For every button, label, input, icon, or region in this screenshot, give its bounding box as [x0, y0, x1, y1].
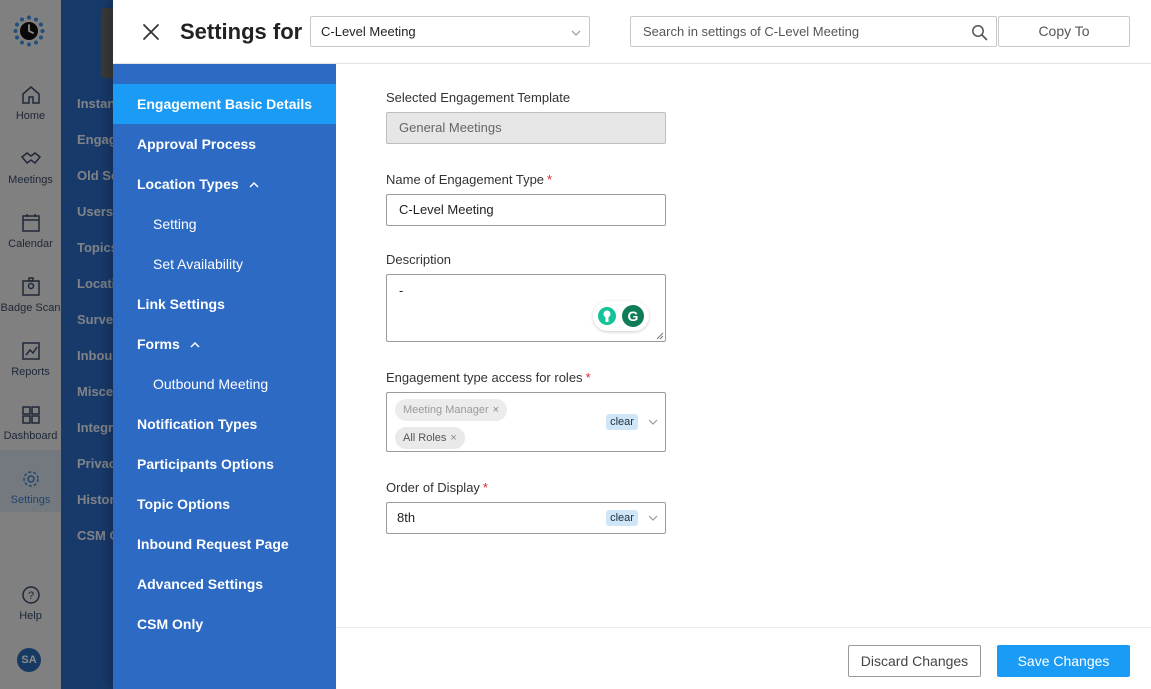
resize-handle-icon[interactable]	[656, 332, 664, 340]
modal-header: Settings for C-Level Meeting Copy To	[113, 0, 1151, 64]
chevron-down-icon[interactable]	[648, 417, 658, 427]
description-field[interactable]: - G	[386, 274, 666, 342]
settings-sidebar: Engagement Basic Details Approval Proces…	[113, 64, 336, 689]
chevron-down-icon[interactable]	[648, 513, 658, 523]
sidebar-item-label: Advanced Settings	[137, 576, 264, 592]
sidebar-item-label: Engagement Basic Details	[137, 96, 313, 112]
engagement-select-value: C-Level Meeting	[321, 24, 416, 39]
role-chip: All Roles ×	[395, 427, 465, 449]
grammarly-widget[interactable]: G	[593, 301, 649, 331]
sidebar-item-label: Topic Options	[137, 496, 231, 512]
sidebar-item-approval-process[interactable]: Approval Process	[113, 124, 336, 164]
sidebar-item-label: Inbound Request Page	[137, 536, 289, 552]
template-label: Selected Engagement Template	[386, 90, 571, 105]
order-label-text: Order of Display	[386, 480, 480, 495]
settings-content: Selected Engagement Template General Mee…	[336, 64, 1151, 627]
order-label: Order of Display *	[386, 480, 488, 495]
sidebar-item-label: Set Availability	[153, 256, 244, 272]
sidebar-item-label: Setting	[153, 216, 197, 232]
sidebar-item-label: CSM Only	[137, 616, 204, 632]
remove-chip-icon[interactable]: ×	[450, 432, 456, 444]
overlay-scrim	[0, 0, 113, 689]
name-label: Name of Engagement Type *	[386, 172, 552, 187]
order-value: 8th	[397, 510, 416, 525]
sidebar-item-label: Location Types	[137, 176, 239, 192]
sidebar-item-set-availability[interactable]: Set Availability	[113, 244, 336, 284]
roles-label-text: Engagement type access for roles	[386, 370, 583, 385]
required-mark: *	[547, 172, 553, 187]
order-select[interactable]: 8th clear	[386, 502, 666, 534]
template-value: General Meetings	[399, 120, 502, 135]
sidebar-item-participants-options[interactable]: Participants Options	[113, 444, 336, 484]
discard-changes-button[interactable]: Discard Changes	[848, 645, 981, 677]
search-icon[interactable]	[971, 24, 988, 41]
modal-footer: Discard Changes Save Changes	[336, 627, 1151, 689]
svg-text:G: G	[628, 308, 639, 324]
sidebar-item-outbound-meeting[interactable]: Outbound Meeting	[113, 364, 336, 404]
sidebar-item-topic-options[interactable]: Topic Options	[113, 484, 336, 524]
description-value: -	[399, 283, 404, 298]
sidebar-item-setting[interactable]: Setting	[113, 204, 336, 244]
sidebar-item-inbound-request-page[interactable]: Inbound Request Page	[113, 524, 336, 564]
role-chip: Meeting Manager ×	[395, 399, 508, 421]
sidebar-item-location-types[interactable]: Location Types	[113, 164, 336, 204]
sidebar-item-label: Approval Process	[137, 136, 257, 152]
description-label: Description	[386, 252, 452, 267]
sidebar-item-label: Participants Options	[137, 456, 274, 472]
sidebar-item-label: Forms	[137, 336, 180, 352]
copy-to-button[interactable]: Copy To	[998, 16, 1130, 47]
chevron-down-icon	[571, 30, 581, 36]
required-mark: *	[585, 370, 591, 385]
sidebar-item-forms[interactable]: Forms	[113, 324, 336, 364]
save-changes-button[interactable]: Save Changes	[997, 645, 1130, 677]
grammarly-icon: G	[598, 305, 644, 327]
sidebar-item-advanced-settings[interactable]: Advanced Settings	[113, 564, 336, 604]
search-input[interactable]	[631, 17, 951, 46]
sidebar-item-engagement-basic-details[interactable]: Engagement Basic Details	[113, 84, 336, 124]
chevron-up-icon	[190, 342, 200, 348]
required-mark: *	[482, 480, 488, 495]
sidebar-item-label: Outbound Meeting	[153, 376, 269, 392]
settings-search	[630, 16, 997, 47]
sidebar-item-label: Link Settings	[137, 296, 225, 312]
settings-modal: Settings for C-Level Meeting Copy To Eng…	[113, 0, 1151, 689]
clear-order-button[interactable]: clear	[606, 510, 638, 526]
remove-chip-icon: ×	[492, 404, 500, 416]
sidebar-item-link-settings[interactable]: Link Settings	[113, 284, 336, 324]
close-icon[interactable]	[141, 22, 161, 42]
name-field[interactable]: C-Level Meeting	[386, 194, 666, 226]
chevron-up-icon	[249, 182, 259, 188]
name-label-text: Name of Engagement Type	[386, 172, 545, 187]
sidebar-item-csm-only[interactable]: CSM Only	[113, 604, 336, 644]
roles-multiselect[interactable]: Meeting Manager × All Roles × clear	[386, 392, 666, 452]
name-value: C-Level Meeting	[399, 202, 494, 217]
role-chip-label: Meeting Manager	[403, 404, 489, 416]
page-title: Settings for	[180, 19, 303, 44]
template-field: General Meetings	[386, 112, 666, 144]
engagement-select[interactable]: C-Level Meeting	[310, 16, 590, 47]
sidebar-item-notification-types[interactable]: Notification Types	[113, 404, 336, 444]
role-chip-label: All Roles	[403, 432, 447, 444]
sidebar-item-label: Notification Types	[137, 416, 258, 432]
clear-roles-button[interactable]: clear	[606, 414, 638, 430]
roles-label: Engagement type access for roles *	[386, 370, 591, 385]
